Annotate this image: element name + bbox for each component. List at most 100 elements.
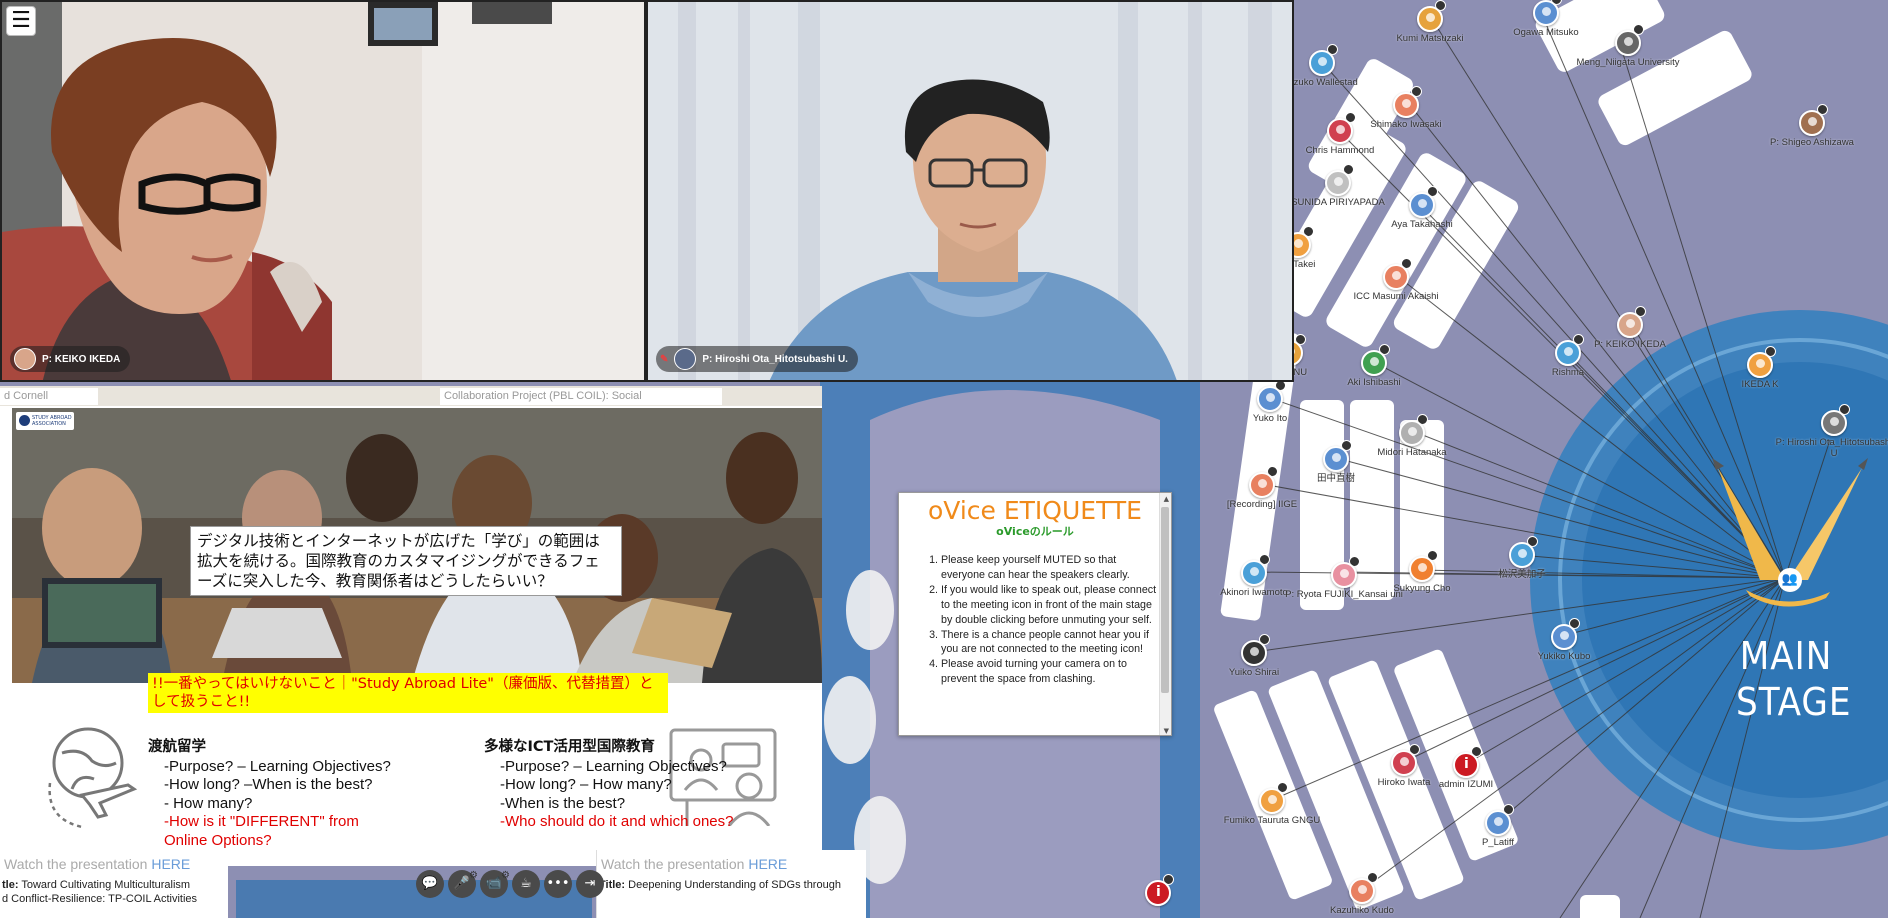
video-name-tag: ✎ P: Hiroshi Ota_Hitotsubashi U. xyxy=(656,346,858,372)
avatar-icon[interactable] xyxy=(1393,92,1419,118)
user-avatar[interactable]: Yuko Ito xyxy=(1210,380,1330,424)
tab-collaboration[interactable]: Collaboration Project (PBL COIL): Social xyxy=(440,388,722,405)
avatar-icon[interactable] xyxy=(1799,110,1825,136)
mic-button[interactable]: ⚙ 🎤 xyxy=(448,870,478,898)
user-avatar[interactable]: Aki Ishibashi xyxy=(1314,344,1434,388)
avatar-icon[interactable] xyxy=(1533,0,1559,26)
etiquette-rule: Please keep yourself MUTED so that every… xyxy=(941,553,1157,583)
avatar-icon[interactable] xyxy=(1485,810,1511,836)
gear-icon[interactable]: ⚙ xyxy=(469,862,478,890)
video-feed xyxy=(648,2,1292,380)
user-avatar[interactable]: admin IZUMI xyxy=(1406,746,1526,790)
avatar-icon[interactable] xyxy=(1249,472,1275,498)
avatar-icon[interactable] xyxy=(1257,386,1283,412)
video-feed xyxy=(2,2,644,380)
user-avatar[interactable]: P_Latiff xyxy=(1438,804,1558,848)
avatar-icon[interactable] xyxy=(1241,640,1267,666)
meeting-icon[interactable]: 👥 xyxy=(1778,568,1802,592)
avatar-name: Chris Hammond xyxy=(1305,145,1375,156)
avatar-icon[interactable] xyxy=(1747,352,1773,378)
user-avatar[interactable]: P: Hiroshi Ota_Hitotsubashi U xyxy=(1774,404,1888,459)
avatar-icon[interactable] xyxy=(1349,878,1375,904)
ict-line: -Purpose? – Learning Objectives? xyxy=(500,757,727,775)
more-button[interactable]: ••• xyxy=(544,870,572,898)
presentation-card-right[interactable]: Watch the presentation HERE Title: Deepe… xyxy=(596,850,866,918)
watch-link[interactable]: Watch the presentation HERE xyxy=(597,850,866,872)
video-tile-keiko[interactable]: P: KEIKO IKEDA xyxy=(0,0,646,382)
video-name-tag: P: KEIKO IKEDA xyxy=(10,346,131,372)
avatar-icon[interactable] xyxy=(1453,752,1479,778)
camera-button[interactable]: ⚙ 📹 xyxy=(480,870,510,898)
slide-question: デジタル技術とインターネットが広げた「学び」の範囲は拡大を続ける。国際教育のカス… xyxy=(190,526,622,596)
avatar-icon[interactable] xyxy=(1331,562,1357,588)
avatar-icon[interactable] xyxy=(1259,788,1285,814)
etiquette-scrollbar[interactable]: ▲ ▼ xyxy=(1159,493,1171,735)
stage-line-1: MAIN xyxy=(1739,634,1833,678)
avatar-icon[interactable] xyxy=(1241,560,1267,586)
avatar-icon[interactable] xyxy=(1409,192,1435,218)
avatar-icon[interactable] xyxy=(1509,542,1535,568)
etiquette-rules: Please keep yourself MUTED so that every… xyxy=(941,553,1157,687)
coffee-icon: ☕ xyxy=(520,876,532,891)
user-avatar[interactable]: P: Shigeo Ashizawa xyxy=(1752,104,1872,148)
avatar-name: Fumiko Tauruta GNGU xyxy=(1223,815,1321,826)
avatar-name: P_Latiff xyxy=(1481,837,1515,848)
etiquette-rule: Please avoid turning your camera on to p… xyxy=(941,657,1157,687)
avatar-icon[interactable] xyxy=(1327,118,1353,144)
avatar-icon[interactable] xyxy=(1615,30,1641,56)
user-avatar[interactable]: [Recording] IIGE xyxy=(1202,466,1322,510)
presentation-title: tle: Toward Cultivating Multiculturalism… xyxy=(0,872,228,906)
video-tile-hiroshi[interactable]: ✎ P: Hiroshi Ota_Hitotsubashi U. xyxy=(646,0,1294,382)
user-avatar[interactable]: Aya Takahashi xyxy=(1362,186,1482,230)
avatar-icon[interactable] xyxy=(1409,556,1435,582)
scroll-up-icon[interactable]: ▲ xyxy=(1164,495,1169,503)
menu-button[interactable]: ☰ xyxy=(6,6,36,36)
presentation-card-left[interactable]: Watch the presentation HERE tle: Toward … xyxy=(0,850,228,918)
chat-button[interactable]: 💬 xyxy=(416,870,444,898)
avatar-icon[interactable] xyxy=(1361,350,1387,376)
exit-button[interactable]: ⇥ xyxy=(576,870,604,898)
user-avatar[interactable]: Chris Hammond xyxy=(1280,112,1400,156)
avatar-icon[interactable] xyxy=(1399,420,1425,446)
scrollbar-thumb[interactable] xyxy=(1161,507,1169,693)
avatar-icon[interactable] xyxy=(1417,6,1443,32)
coffee-button[interactable]: ☕ xyxy=(512,870,540,898)
avatar-icon[interactable] xyxy=(1145,880,1171,906)
study-abroad-line: -How long? –When is the best? xyxy=(164,776,373,793)
avatar-icon[interactable] xyxy=(1323,446,1349,472)
user-avatar[interactable]: Yukiko Kubo xyxy=(1504,618,1624,662)
here-link[interactable]: HERE xyxy=(748,856,787,872)
user-avatar[interactable]: Fumiko Tauruta GNGU xyxy=(1212,782,1332,826)
avatar-icon[interactable] xyxy=(1617,312,1643,338)
study-abroad-line: - How many? xyxy=(164,794,253,812)
avatar-name: Kumi Matsuzaki xyxy=(1396,33,1464,44)
user-avatar[interactable]: Kazuhiko Kudo xyxy=(1302,872,1422,916)
user-avatar[interactable]: Yuiko Shirai xyxy=(1194,634,1314,678)
user-avatar[interactable]: Meng_Niigata University xyxy=(1568,24,1688,68)
avatar-name: Sukyung Cho xyxy=(1393,583,1451,594)
avatar-icon[interactable] xyxy=(1309,50,1335,76)
presentation-board[interactable]: d Cornell Collaboration Project (PBL COI… xyxy=(0,386,822,866)
avatar-name: Yuiko Shirai xyxy=(1228,667,1280,678)
watch-link[interactable]: Watch the presentation HERE xyxy=(0,850,228,872)
user-avatar[interactable]: IKEDA K xyxy=(1700,346,1820,390)
avatar-icon[interactable] xyxy=(1383,264,1409,290)
study-abroad-line: -Purpose? – Learning Objectives? xyxy=(164,757,391,775)
avatar-icon[interactable] xyxy=(1821,410,1847,436)
scroll-down-icon[interactable]: ▼ xyxy=(1164,727,1169,735)
gear-icon[interactable]: ⚙ xyxy=(501,862,510,890)
user-avatar[interactable] xyxy=(1098,874,1218,907)
user-avatar[interactable]: Sukyung Cho xyxy=(1362,550,1482,594)
avatar xyxy=(674,348,697,370)
study-abroad-logo: STUDY ABROAD ASSOCIATION xyxy=(16,412,74,430)
user-avatar[interactable]: Kumi Matsuzaki xyxy=(1370,0,1490,44)
tab-cornell[interactable]: d Cornell xyxy=(0,388,98,405)
avatar-icon[interactable] xyxy=(1551,624,1577,650)
here-link[interactable]: HERE xyxy=(151,856,190,872)
etiquette-rule: There is a chance people cannot hear you… xyxy=(941,628,1157,658)
user-avatar[interactable]: P: KEIKO IKEDA xyxy=(1570,306,1690,350)
user-avatar[interactable]: ICC Masumi Akaishi xyxy=(1336,258,1456,302)
etiquette-panel[interactable]: oVice ETIQUETTE oViceのルール Please keep yo… xyxy=(898,492,1172,736)
avatar-name: P: KEIKO IKEDA xyxy=(1594,339,1666,350)
avatar-icon[interactable] xyxy=(1325,170,1351,196)
